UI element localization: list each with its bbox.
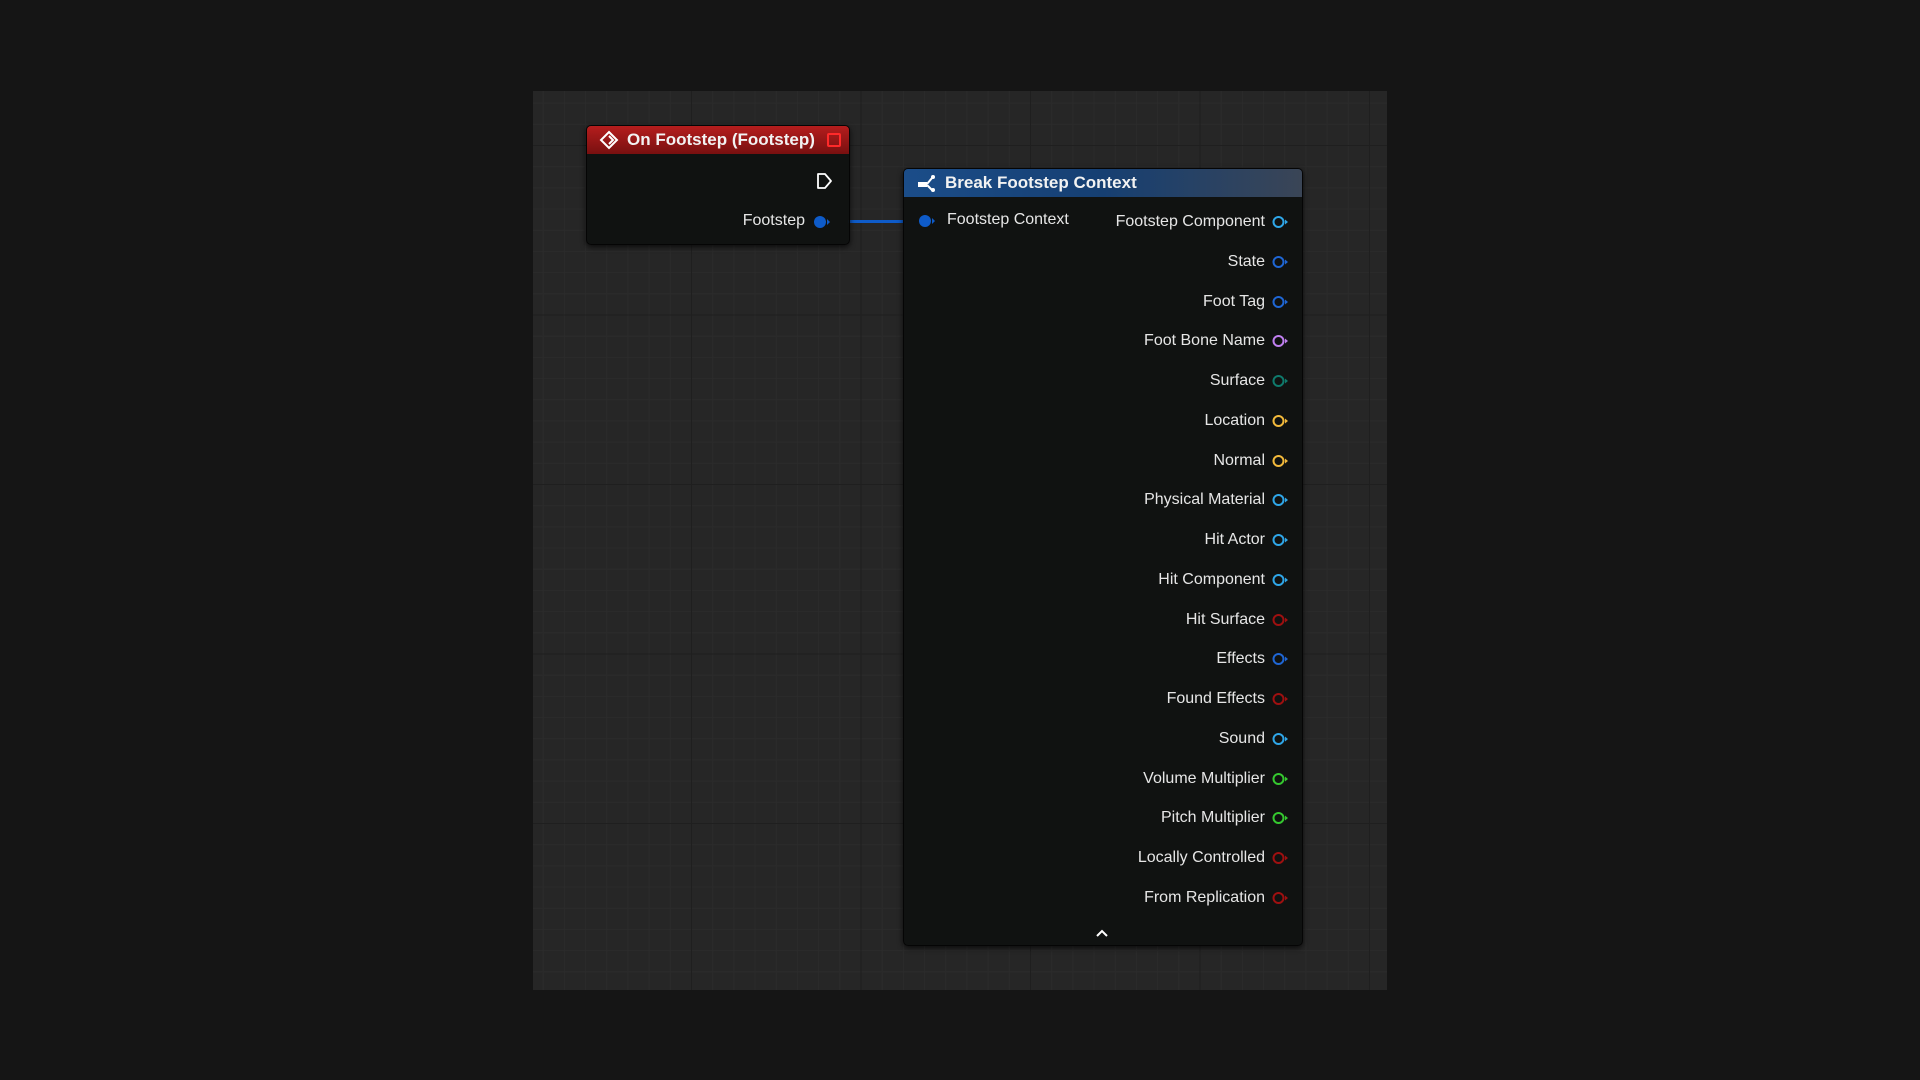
output-pin-label: Hit Actor bbox=[1204, 531, 1265, 548]
output-pin-ring-icon[interactable] bbox=[1272, 454, 1288, 468]
output-pin-row[interactable]: Normal bbox=[1213, 451, 1288, 471]
break-footstep-context-node[interactable]: Break Footstep Context Footstep Context … bbox=[903, 168, 1303, 946]
output-pin-row[interactable]: Sound bbox=[1219, 729, 1288, 749]
output-pin-label: Volume Multiplier bbox=[1143, 769, 1265, 787]
output-pin-label: Footstep Component bbox=[1115, 213, 1265, 230]
output-pin-ring-icon[interactable] bbox=[1272, 811, 1288, 825]
output-pin-row[interactable]: Foot Bone Name bbox=[1144, 331, 1288, 351]
output-pin-label: From Replication bbox=[1144, 888, 1265, 906]
exec-output-pin-icon[interactable] bbox=[815, 172, 833, 190]
output-pin-ring-icon[interactable] bbox=[1272, 295, 1288, 309]
output-pin-ring-icon[interactable] bbox=[1272, 414, 1288, 428]
output-pin-row[interactable]: Effects bbox=[1216, 649, 1288, 669]
event-node-on-footstep[interactable]: On Footstep (Footstep) Footstep bbox=[586, 125, 850, 245]
output-pin-label: Surface bbox=[1209, 372, 1265, 389]
output-pin-label: Foot Tag bbox=[1203, 292, 1265, 310]
output-pin-ring-icon[interactable] bbox=[1272, 533, 1288, 547]
break-node-title: Break Footstep Context bbox=[945, 173, 1137, 192]
output-pin-label: Found Effects bbox=[1166, 690, 1265, 707]
output-pin-ring-icon[interactable] bbox=[1272, 215, 1288, 229]
event-node-header[interactable]: On Footstep (Footstep) bbox=[587, 126, 849, 154]
event-node-title: On Footstep (Footstep) bbox=[627, 130, 815, 149]
output-pin-row[interactable]: Location bbox=[1204, 411, 1288, 431]
output-pin-row[interactable]: From Replication bbox=[1144, 888, 1288, 908]
footstep-context-input-label: Footstep Context bbox=[947, 211, 1069, 228]
output-pin-ring-icon[interactable] bbox=[1272, 732, 1288, 746]
output-pin-row[interactable]: Found Effects bbox=[1167, 689, 1288, 709]
output-pin-label: Location bbox=[1204, 411, 1266, 429]
break-node-header[interactable]: Break Footstep Context bbox=[904, 169, 1302, 197]
delegate-pin-icon[interactable] bbox=[827, 133, 841, 147]
output-pin-row[interactable]: Hit Surface bbox=[1186, 610, 1288, 630]
output-pin-label: Locally Controlled bbox=[1137, 849, 1265, 866]
event-diamond-icon bbox=[599, 130, 619, 150]
output-pin-row[interactable]: Hit Component bbox=[1158, 570, 1288, 590]
footstep-wire[interactable] bbox=[848, 220, 904, 223]
output-pin-label: Normal bbox=[1213, 451, 1265, 469]
output-pin-ring-icon[interactable] bbox=[1272, 334, 1288, 348]
output-pin-ring-icon[interactable] bbox=[1272, 692, 1288, 706]
output-pin-ring-icon[interactable] bbox=[1272, 652, 1288, 666]
footstep-output-label: Footstep bbox=[742, 212, 805, 229]
output-pin-ring-icon[interactable] bbox=[1272, 374, 1288, 388]
output-pin-ring-icon[interactable] bbox=[1272, 891, 1288, 905]
output-pin-ring-icon[interactable] bbox=[1272, 255, 1288, 269]
output-pin-row[interactable]: Physical Material bbox=[1144, 490, 1288, 510]
output-pin-label: Sound bbox=[1218, 729, 1265, 747]
output-pin-row[interactable]: Hit Actor bbox=[1205, 530, 1288, 550]
output-pin-row[interactable]: Volume Multiplier bbox=[1143, 769, 1288, 789]
output-pin-ring-icon[interactable] bbox=[1272, 573, 1288, 587]
output-pin-ring-icon[interactable] bbox=[1272, 613, 1288, 627]
output-pin-ring-icon[interactable] bbox=[1272, 493, 1288, 507]
output-pin-row[interactable]: Foot Tag bbox=[1203, 292, 1288, 312]
collapse-chevron-up-icon[interactable] bbox=[1094, 925, 1110, 941]
output-pin-row[interactable]: Pitch Multiplier bbox=[1161, 808, 1288, 828]
footstep-context-input-pin-icon[interactable] bbox=[918, 212, 936, 230]
output-pin-label: Pitch Multiplier bbox=[1160, 809, 1265, 827]
output-pin-label: Hit Component bbox=[1158, 570, 1265, 588]
output-pin-ring-icon[interactable] bbox=[1272, 772, 1288, 786]
output-pin-label: State bbox=[1227, 252, 1265, 270]
output-pin-row[interactable]: Surface bbox=[1210, 371, 1288, 391]
output-pin-row[interactable]: Footstep Component bbox=[1116, 212, 1288, 232]
break-struct-icon bbox=[918, 175, 935, 192]
output-pin-label: Effects bbox=[1216, 650, 1265, 668]
footstep-output-pin-icon[interactable] bbox=[813, 213, 831, 231]
output-pin-row[interactable]: Locally Controlled bbox=[1138, 848, 1288, 868]
output-pin-label: Physical Material bbox=[1144, 491, 1265, 509]
output-pin-label: Foot Bone Name bbox=[1144, 332, 1265, 350]
output-pin-row[interactable]: State bbox=[1228, 252, 1288, 272]
output-pin-ring-icon[interactable] bbox=[1272, 851, 1288, 865]
output-pin-label: Hit Surface bbox=[1185, 610, 1265, 628]
